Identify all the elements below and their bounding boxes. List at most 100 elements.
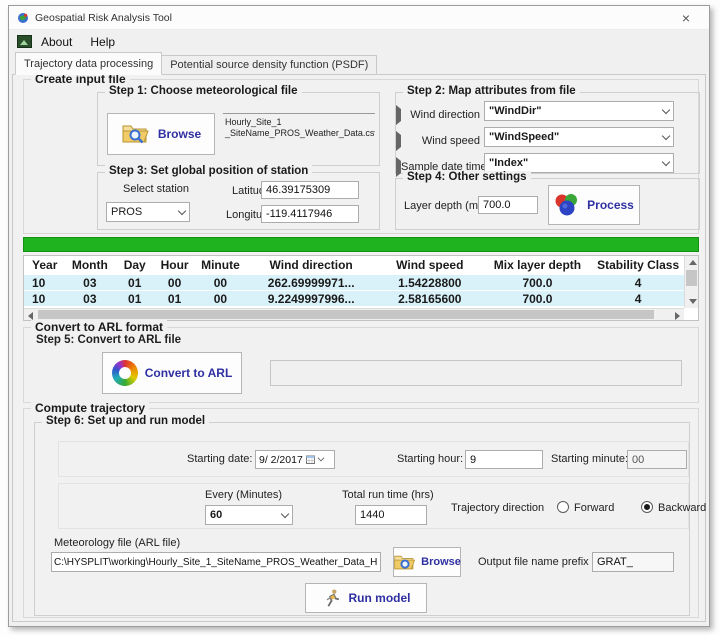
starting-date-label: Starting date: <box>187 453 252 465</box>
col-day: Day <box>116 258 154 272</box>
station-value: PROS <box>111 206 142 218</box>
table-row[interactable]: 10 03 01 01 00 9.2249997996... 2.5816560… <box>24 290 684 306</box>
latitude-input[interactable] <box>261 181 359 199</box>
tab-trajectory-data-processing[interactable]: Trajectory data processing <box>15 52 162 75</box>
cell: 00 <box>196 292 246 306</box>
col-year: Year <box>24 258 64 272</box>
every-minutes-label: Every (Minutes) <box>205 489 282 501</box>
convert-progress-bar <box>270 360 682 386</box>
process-button[interactable]: Process <box>548 185 640 225</box>
total-run-time-label: Total run time (hrs) <box>342 489 434 501</box>
convert-arl-group: Convert to ARL format Step 5: Convert to… <box>23 327 699 403</box>
runtime-panel: Every (Minutes) 60 Total run time (hrs) … <box>58 483 689 529</box>
scroll-down-icon[interactable] <box>689 299 697 304</box>
run-model-icon <box>322 588 342 608</box>
backward-radio[interactable] <box>641 501 653 513</box>
chevron-down-icon <box>317 455 324 462</box>
longitude-input[interactable] <box>261 205 359 223</box>
chevron-down-icon <box>178 206 186 214</box>
image-icon <box>17 35 32 48</box>
step1-title: Step 1: Choose meteorological file <box>105 85 302 97</box>
desktop: Geospatial Risk Analysis Tool × About He… <box>0 0 720 635</box>
tab-psdf[interactable]: Potential source density function (PSDF) <box>161 55 377 75</box>
backward-label: Backward <box>658 502 706 514</box>
run-model-button[interactable]: Run model <box>305 583 427 613</box>
col-stability-class: Stability Class <box>592 258 684 272</box>
step6-title: Step 6: Set up and run model <box>42 415 209 427</box>
cell: 700.0 <box>483 276 593 290</box>
met-file-path-input[interactable] <box>51 552 381 572</box>
process-circles-icon <box>554 193 580 217</box>
starting-date-value: 9/ 2/2017 <box>259 454 303 466</box>
forward-label: Forward <box>574 502 614 514</box>
cell: 00 <box>154 276 196 290</box>
table-content: Year Month Day Hour Minute Wind directio… <box>24 256 684 308</box>
convert-to-arl-button[interactable]: Convert to ARL <box>102 352 242 394</box>
step2-title: Step 2: Map attributes from file <box>403 85 580 97</box>
create-input-file-group: Create input file Step 1: Choose meteoro… <box>23 79 699 234</box>
cell: 01 <box>154 292 196 306</box>
process-label: Process <box>587 198 634 212</box>
cell: 10 <box>24 292 64 306</box>
step6-group: Step 6: Set up and run model Starting da… <box>34 422 690 616</box>
cell: 03 <box>64 276 116 290</box>
menu-help[interactable]: Help <box>81 33 124 51</box>
starting-minute-label: Starting minute: <box>551 453 628 465</box>
vertical-scrollbar[interactable] <box>684 256 698 308</box>
cell: 700.0 <box>483 292 593 306</box>
app-icon <box>17 12 29 24</box>
cell: 01 <box>116 292 154 306</box>
forward-radio[interactable] <box>557 501 569 513</box>
select-station-label: Select station <box>123 183 189 195</box>
convert-ring-icon <box>112 360 138 386</box>
table-row[interactable]: 10 03 01 00 00 262.69999971... 1.5422880… <box>24 274 684 290</box>
wind-speed-label: Wind speed <box>396 131 480 151</box>
horizontal-scroll-thumb[interactable] <box>38 310 654 319</box>
step2-group: Step 2: Map attributes from file Wind di… <box>395 92 700 174</box>
met-file-label: Meteorology file (ARL file) <box>54 537 180 549</box>
cell: 10 <box>24 276 64 290</box>
app-window: Geospatial Risk Analysis Tool × About He… <box>8 5 710 627</box>
wind-speed-select[interactable]: "WindSpeed" <box>484 127 674 147</box>
step4-group: Step 4: Other settings Layer depth (m) P… <box>395 178 700 230</box>
every-minutes-select[interactable]: 60 <box>205 505 293 525</box>
station-select[interactable]: PROS <box>106 202 190 222</box>
starting-date-picker[interactable]: 9/ 2/2017 <box>255 450 335 469</box>
output-prefix-input[interactable] <box>592 552 674 572</box>
chevron-down-icon <box>281 509 289 517</box>
window-title: Geospatial Risk Analysis Tool <box>35 12 172 24</box>
menu-bar: About Help <box>9 30 709 53</box>
menu-about[interactable]: About <box>32 33 81 51</box>
scroll-left-icon[interactable] <box>28 312 33 320</box>
convert-label: Convert to ARL <box>145 366 233 380</box>
col-wind-speed: Wind speed <box>377 258 483 272</box>
sample-date-time-select[interactable]: "Index" <box>484 153 674 173</box>
starting-minute-input <box>627 450 687 469</box>
cell: 00 <box>196 276 246 290</box>
browse-label: Browse <box>421 556 461 568</box>
cell: 4 <box>592 276 684 290</box>
wind-direction-select[interactable]: "WindDir" <box>484 101 674 121</box>
run-model-label: Run model <box>349 591 411 605</box>
vertical-scroll-thumb[interactable] <box>686 270 697 286</box>
tab-strip: Trajectory data processing Potential sou… <box>15 52 703 75</box>
starting-hour-input[interactable] <box>465 450 543 469</box>
close-button[interactable]: × <box>671 6 701 29</box>
group-title: Convert to ARL format <box>31 320 167 334</box>
scroll-right-icon[interactable] <box>675 312 680 320</box>
browse-met-file-button[interactable]: Browse <box>107 113 215 155</box>
file-name-line2: _SiteName_PROS_Weather_Data.csv <box>225 128 373 139</box>
horizontal-scrollbar[interactable] <box>24 308 684 320</box>
step3-group: Step 3: Set global position of station S… <box>97 172 380 230</box>
selected-file-label: Hourly_Site_1 _SiteName_PROS_Weather_Dat… <box>223 113 375 153</box>
browse-arl-file-button[interactable]: Browse <box>393 547 461 577</box>
starting-hour-label: Starting hour: <box>397 453 463 465</box>
folder-search-icon <box>121 122 151 146</box>
total-run-time-input[interactable] <box>355 505 427 525</box>
cell: 1.54228800 <box>377 276 483 290</box>
layer-depth-input[interactable] <box>478 196 538 214</box>
scroll-up-icon[interactable] <box>689 260 697 265</box>
col-wind-direction: Wind direction <box>245 258 377 272</box>
close-icon: × <box>682 10 690 26</box>
cell: 262.69999971... <box>245 276 377 290</box>
